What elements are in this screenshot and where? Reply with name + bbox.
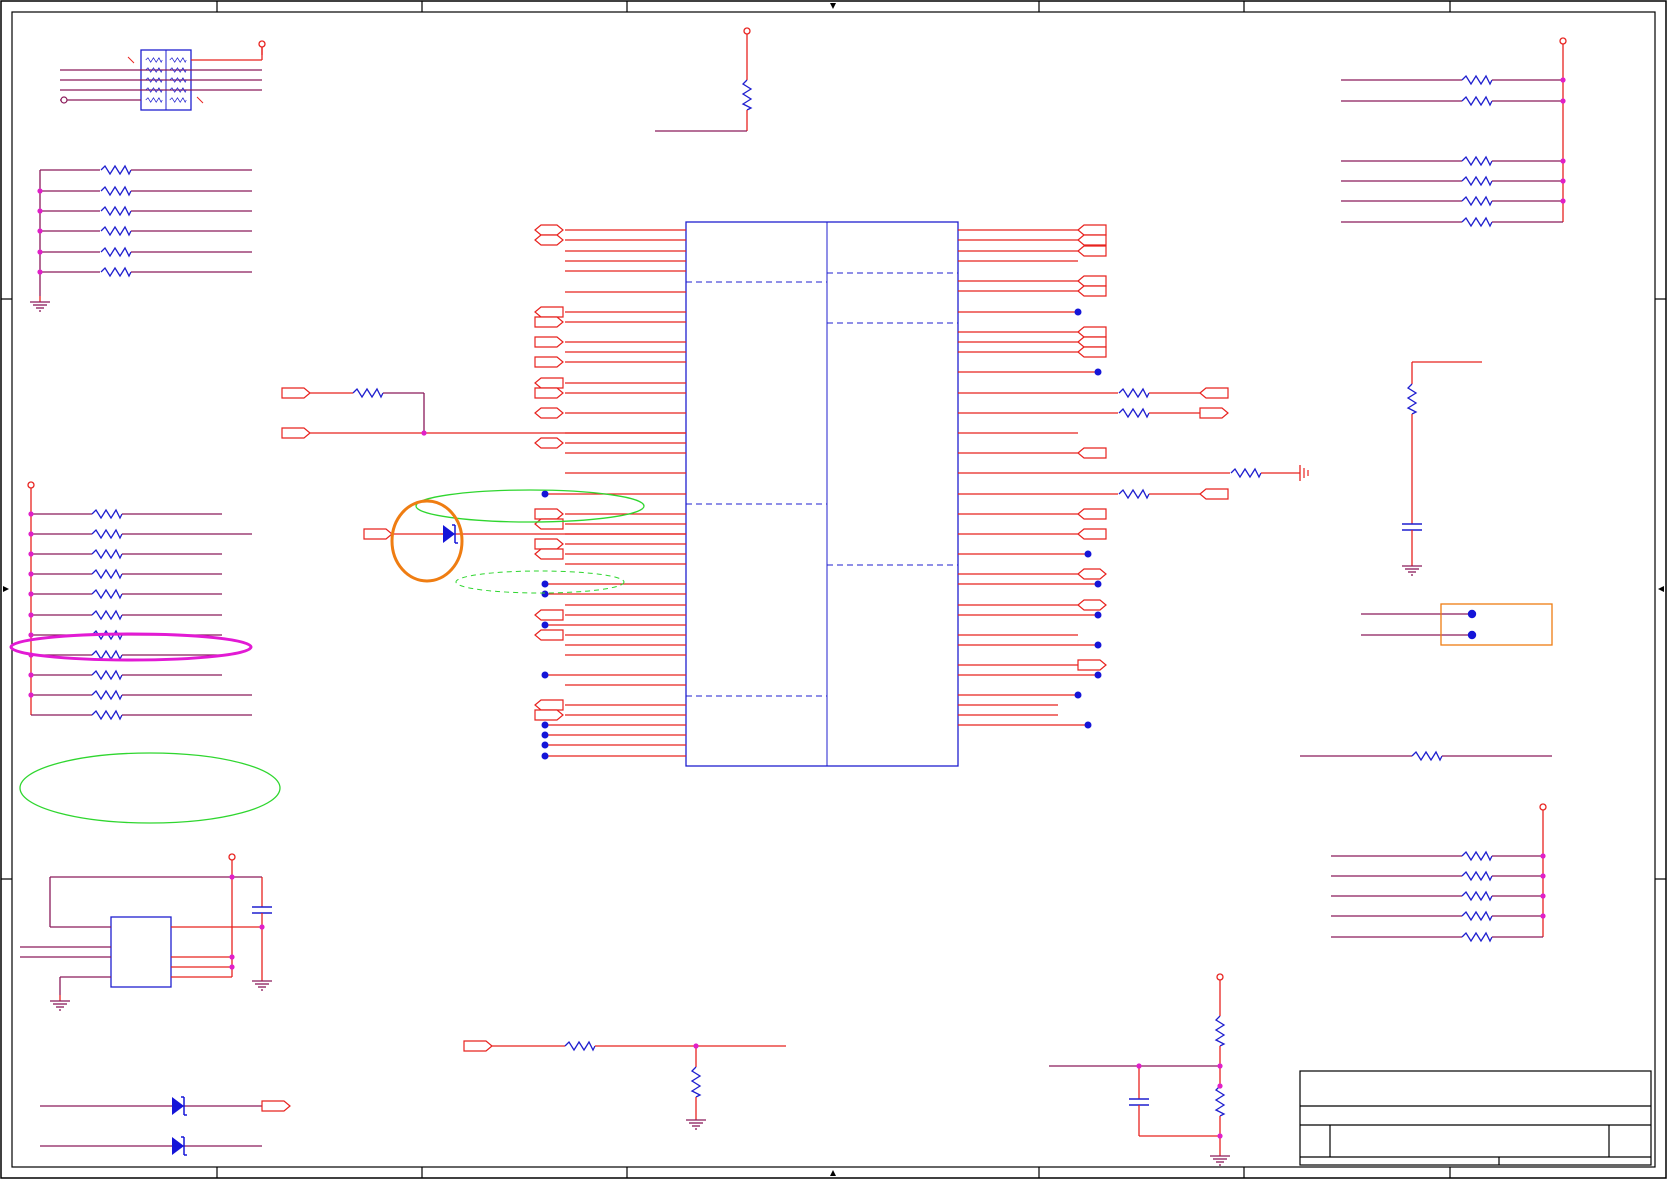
pullup-resistor-bank-left: [27, 481, 252, 720]
ic-right-series-resistors: [1118, 387, 1309, 500]
ic-right-pins: [958, 229, 1230, 726]
right-series-resistor: [1300, 751, 1552, 761]
resistor-network: [60, 40, 266, 111]
highlight-ellipse-green-large: [19, 752, 281, 824]
ic-left-ports: [534, 224, 564, 721]
bottom-divider-network: [463, 1040, 786, 1130]
pulldown-resistor-bank: [29, 165, 252, 312]
ic-right-ports: [1077, 224, 1107, 671]
pullup-resistor-bank-top-right: [1341, 37, 1567, 227]
rc-reset-network: [1401, 361, 1482, 576]
test-point-pair: [1361, 603, 1553, 646]
capacitor-icon: [1129, 1098, 1149, 1106]
main-ic: [685, 221, 959, 767]
left-diode-net: [363, 524, 686, 544]
highlight-ellipse-green: [415, 489, 645, 523]
bottom-right-divider-network: [1049, 973, 1231, 1166]
capacitor-icon: [1402, 523, 1422, 531]
regulator-ic: [20, 853, 273, 1011]
ic-left-pins: [545, 229, 686, 757]
schematic-sheet: [0, 0, 1667, 1179]
highlight-ellipse-green-dashed: [455, 570, 625, 594]
capacitor-icon: [252, 906, 272, 914]
pullup-resistor-bank-bottom-right: [1331, 803, 1547, 942]
chassis-ground-icon: [1299, 465, 1309, 481]
bottom-diodes: [40, 1096, 291, 1156]
title-block: [1299, 1070, 1652, 1166]
top-pullup-resistor: [655, 27, 752, 132]
highlight-ellipse-magenta: [9, 632, 253, 662]
